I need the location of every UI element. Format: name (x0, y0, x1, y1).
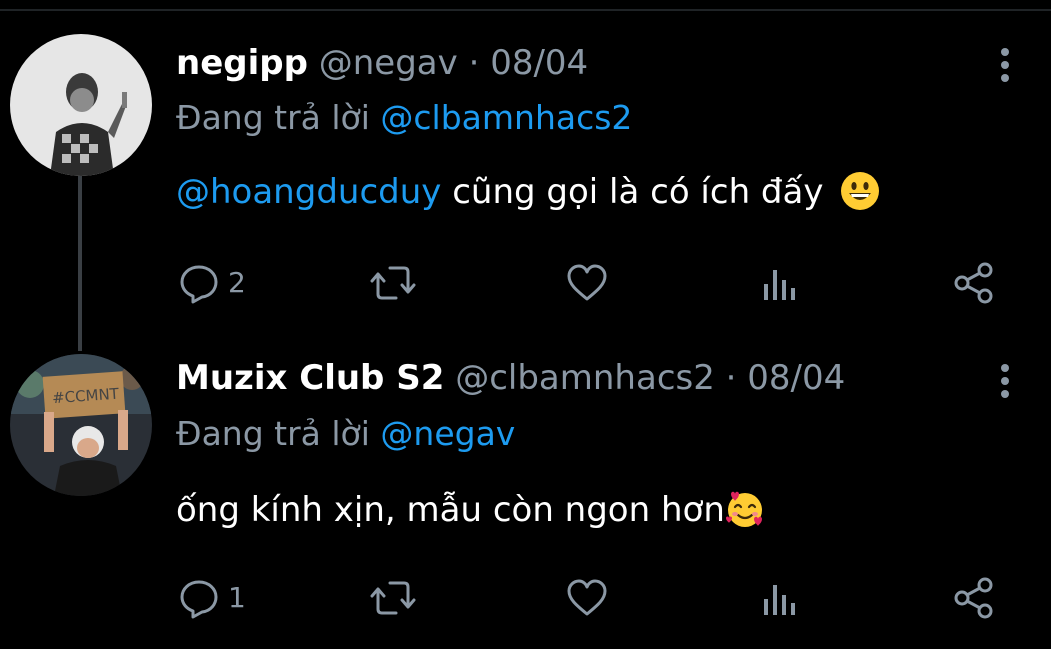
handle[interactable]: @negav (319, 43, 458, 83)
like-button[interactable] (566, 261, 608, 305)
separator-dot: · (468, 43, 480, 83)
reply-count: 1 (228, 581, 246, 614)
analytics-button[interactable] (762, 261, 798, 305)
share-button[interactable] (953, 576, 995, 620)
body-text: cũng gọi là có ích đấy (452, 172, 824, 212)
separator-dot: · (725, 358, 737, 398)
replying-to-mention[interactable]: @negav (380, 414, 515, 453)
reply-icon (178, 262, 220, 304)
tweet-text: @hoangducduy cũng gọi là có ích đấy (176, 170, 880, 222)
timestamp[interactable]: 08/04 (490, 43, 588, 83)
reply-count: 2 (228, 266, 246, 299)
share-icon (953, 577, 995, 619)
retweet-button[interactable] (370, 576, 416, 620)
replying-to: Đang trả lời @clbamnhacs2 (176, 98, 632, 138)
grinning-face-emoji (840, 171, 880, 222)
reply-icon (178, 577, 220, 619)
smiling-face-with-hearts-emoji (725, 489, 765, 540)
tweet-header: Muzix Club S2 @clbamnhacs2 · 08/04 (176, 358, 845, 398)
action-bar: 1 (0, 576, 1051, 620)
display-name[interactable]: negipp (176, 43, 308, 83)
more-options-icon[interactable] (990, 45, 1020, 85)
retweet-icon (370, 262, 416, 304)
display-name[interactable]: Muzix Club S2 (176, 358, 444, 398)
action-bar: 2 (0, 261, 1051, 305)
tweet-header: negipp @negav · 08/04 (176, 43, 588, 83)
like-icon (566, 577, 608, 619)
body-text: ống kính xịn, mẫu còn ngon hơn (176, 490, 725, 530)
timestamp[interactable]: 08/04 (747, 358, 845, 398)
avatar[interactable] (10, 34, 152, 176)
like-button[interactable] (566, 576, 608, 620)
avatar[interactable]: #CCMNT (10, 354, 152, 496)
replying-to-label: Đang trả lời (176, 414, 370, 453)
reply-button[interactable]: 1 (178, 576, 246, 620)
analytics-icon (762, 262, 798, 304)
share-icon (953, 262, 995, 304)
body-mention[interactable]: @hoangducduy (176, 172, 441, 212)
reply-button[interactable]: 2 (178, 261, 246, 305)
replying-to: Đang trả lời @negav (176, 414, 515, 454)
handle[interactable]: @clbamnhacs2 (455, 358, 715, 398)
top-divider (0, 9, 1051, 11)
replying-to-mention[interactable]: @clbamnhacs2 (380, 98, 632, 137)
tweet-text: ống kính xịn, mẫu còn ngon hơn (176, 488, 765, 540)
analytics-icon (762, 577, 798, 619)
retweet-button[interactable] (370, 261, 416, 305)
retweet-icon (370, 577, 416, 619)
analytics-button[interactable] (762, 576, 798, 620)
share-button[interactable] (953, 261, 995, 305)
like-icon (566, 262, 608, 304)
replying-to-label: Đang trả lời (176, 98, 370, 137)
more-options-icon[interactable] (990, 361, 1020, 401)
